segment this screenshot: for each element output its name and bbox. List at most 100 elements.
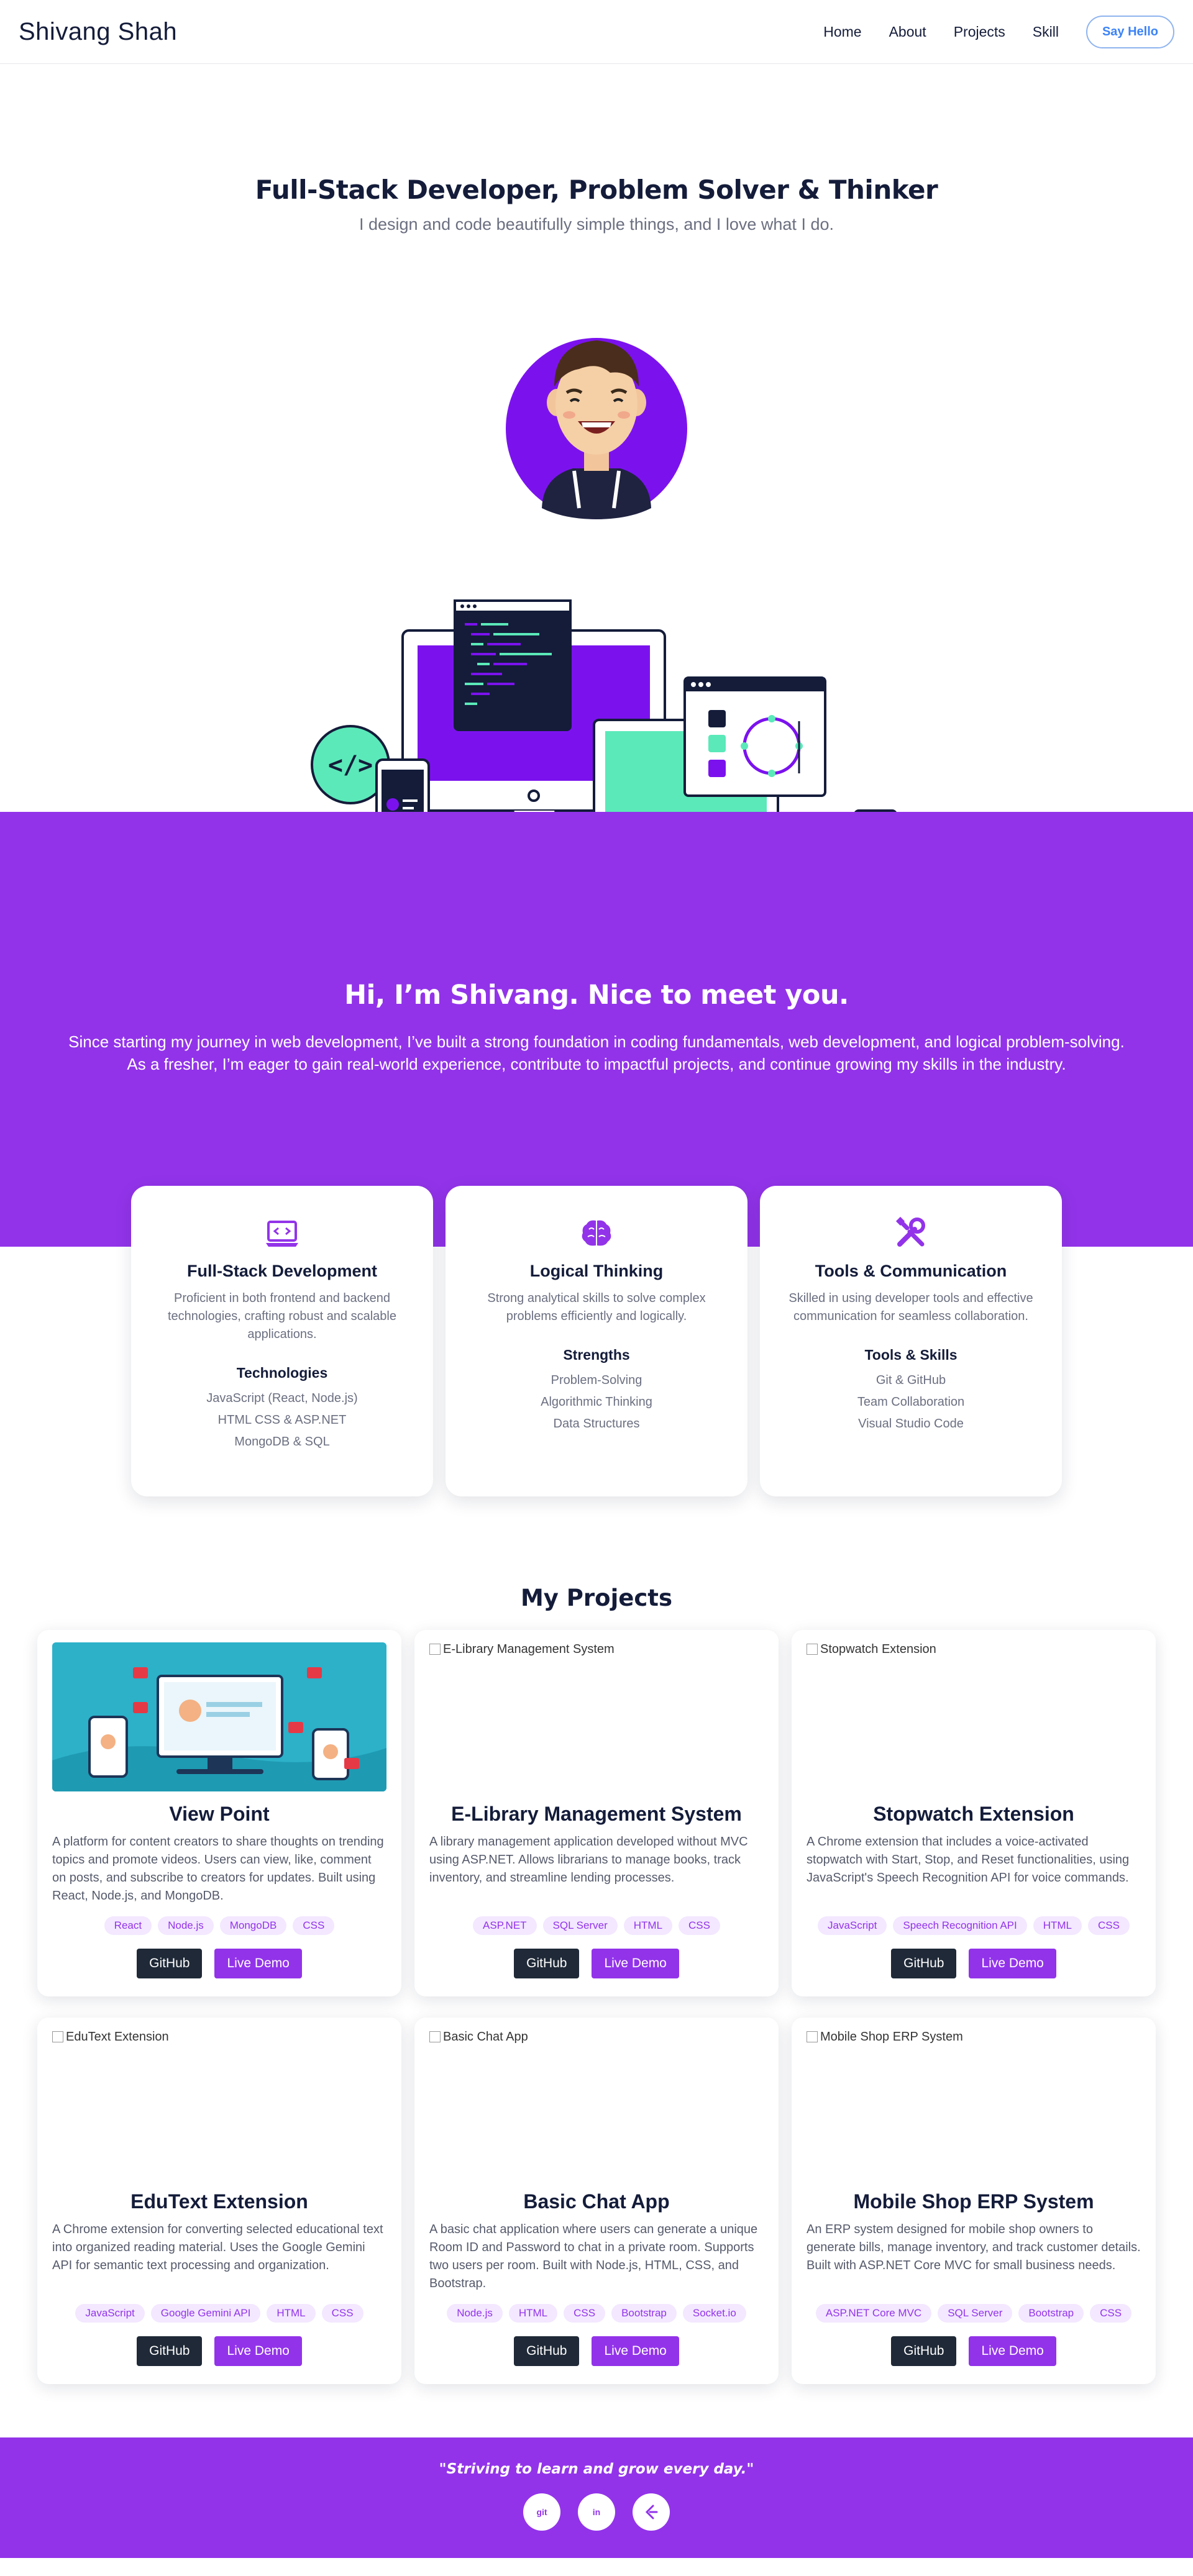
skill-title: Tools & Communication [815,1262,1007,1280]
project-buttons: GitHub Live Demo [52,1949,386,1978]
project-thumbnail [52,1642,386,1791]
project-card-mobile-erp: Mobile Shop ERP System Mobile Shop ERP S… [792,2018,1156,2384]
skill-item: MongoDB & SQL [234,1435,330,1449]
brain-icon [582,1220,611,1246]
nav-about[interactable]: About [889,24,926,40]
project-title: View Point [169,1803,270,1825]
social-links: git in [0,2493,1193,2531]
project-tags: JavaScript Speech Recognition API HTML C… [807,1916,1141,1935]
about-line-2: As a fresher, I’m eager to gain real-wor… [127,1055,1066,1073]
tag: CSS [1090,2304,1132,2323]
project-title: Mobile Shop ERP System [853,2190,1094,2213]
tag: HTML [623,1916,673,1935]
tag: React [104,1916,152,1935]
tag: MongoDB [219,1916,287,1935]
image-alt-text: Stopwatch Extension [820,1642,936,1656]
project-buttons: GitHub Live Demo [429,1949,764,1978]
broken-image-icon [807,1644,818,1655]
tag: HTML [508,2304,558,2323]
tag: ASP.NET [473,1916,537,1935]
project-description: A Chrome extension for converting select… [52,2223,383,2272]
tag: CSS [321,2304,363,2323]
about-text: Since starting my journey in web develop… [0,1031,1193,1075]
skill-subtitle: Strengths [563,1347,630,1363]
live-demo-button[interactable]: Live Demo [592,1949,679,1978]
nav-projects[interactable]: Projects [954,24,1005,40]
about-title: Hi, I’m Shivang. Nice to meet you. [344,980,849,1011]
skill-card-tools: Tools & Communication Skilled in using d… [760,1186,1062,1496]
live-demo-button[interactable]: Live Demo [592,2336,679,2366]
tag: HTML [267,2304,316,2323]
tag: Socket.io [682,2304,746,2323]
skill-subtitle: Tools & Skills [864,1347,958,1363]
broken-image-icon [429,2031,441,2042]
skill-title: Full-Stack Development [186,1262,378,1280]
nav-skill[interactable]: Skill [1033,24,1059,40]
project-tags: Node.js HTML CSS Bootstrap Socket.io [429,2304,764,2323]
project-buttons: GitHub Live Demo [52,2336,386,2366]
leetcode-glyph [645,2505,658,2519]
avatar-illustration [506,338,687,519]
projects-heading: My Projects [520,1585,673,1611]
tag: Bootstrap [1018,2304,1084,2323]
tag: HTML [1033,1916,1082,1935]
skill-subtitle: Technologies [236,1365,328,1381]
live-demo-button[interactable]: Live Demo [969,2336,1056,2366]
skill-item: Data Structures [553,1417,640,1431]
tag: Node.js [447,2304,503,2323]
github-button[interactable]: GitHub [514,1949,580,1978]
project-description: A basic chat application where users can… [429,2223,758,2290]
live-demo-button[interactable]: Live Demo [969,1949,1056,1978]
github-button[interactable]: GitHub [891,1949,957,1978]
github-button[interactable]: GitHub [137,2336,203,2366]
skill-item: Team Collaboration [857,1395,965,1409]
github-button[interactable]: GitHub [891,2336,957,2366]
project-card-edutext: EduText Extension EduText Extension A Ch… [37,2018,401,2384]
skill-desc: Skilled in using developer tools and eff… [788,1291,1033,1323]
live-demo-button[interactable]: Live Demo [214,1949,302,1978]
project-card-e-library: E-Library Management System E-Library Ma… [414,1630,779,1996]
project-tags: JavaScript Google Gemini API HTML CSS [52,2304,386,2323]
github-button[interactable]: GitHub [137,1949,203,1978]
skill-item: HTML CSS & ASP.NET [217,1413,347,1427]
navbar: Shivang Shah Home About Projects Skill S… [0,0,1193,64]
tag: CSS [293,1916,335,1935]
live-demo-button[interactable]: Live Demo [214,2336,302,2366]
nav-links: Home About Projects Skill Say Hello [823,15,1174,48]
view-point-image [52,1642,386,1791]
tag: SQL Server [542,1916,618,1935]
project-title: Basic Chat App [523,2190,670,2213]
github-button[interactable]: GitHub [514,2336,580,2366]
about-line-1: Since starting my journey in web develop… [68,1032,1125,1051]
skill-item: Visual Studio Code [858,1417,964,1431]
linkedin-icon[interactable]: in [578,2493,615,2531]
hero-title: Full-Stack Developer, Problem Solver & T… [255,175,938,205]
tag: CSS [679,1916,720,1935]
nav-home[interactable]: Home [823,24,861,40]
skill-list: Git & GitHub Team Collaboration Visual S… [760,1370,1062,1435]
svg-text:</>: </> [328,751,373,780]
skill-item: Problem-Solving [551,1373,642,1387]
image-alt-text: Basic Chat App [443,2030,528,2044]
image-alt-text: Mobile Shop ERP System [820,2030,963,2044]
project-buttons: GitHub Live Demo [429,2336,764,2366]
tag: Speech Recognition API [893,1916,1027,1935]
project-card-view-point: View Point A platform for content creato… [37,1630,401,1996]
footer: "Striving to learn and grow every day." … [0,2437,1193,2558]
skills-section: Full-Stack Development Proficient in bot… [0,1186,1193,1567]
skill-desc: Strong analytical skills to solve comple… [487,1291,706,1323]
skill-desc: Proficient in both frontend and backend … [167,1291,396,1341]
project-thumbnail: Basic Chat App [429,2030,764,2179]
say-hello-button[interactable]: Say Hello [1086,15,1174,48]
project-thumbnail: EduText Extension [52,2030,386,2179]
project-title: E-Library Management System [451,1803,742,1825]
broken-image-icon [807,2031,818,2042]
git-icon[interactable]: git [523,2493,560,2531]
project-description: A platform for content creators to share… [52,1835,384,1903]
brand-logo[interactable]: Shivang Shah [19,18,177,46]
footer-quote: "Striving to learn and grow every day." [439,2461,754,2477]
project-tags: React Node.js MongoDB CSS [52,1916,386,1935]
skill-item: Git & GitHub [875,1373,946,1387]
leetcode-icon[interactable] [633,2493,670,2531]
tag: Google Gemini API [150,2304,261,2323]
